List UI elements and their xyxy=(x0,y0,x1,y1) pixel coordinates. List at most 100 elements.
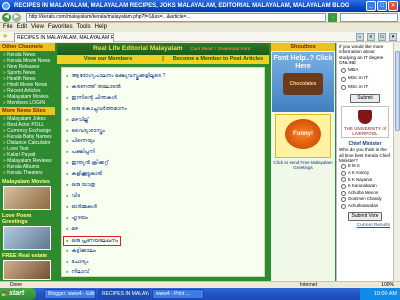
start-label: start xyxy=(9,290,25,297)
article-link[interactable]: വൈദ്യശാസ്ത്രം xyxy=(66,126,260,137)
greetings-caption[interactable]: Click to send Free Malayalam Greetings xyxy=(273,160,333,170)
become-member-link[interactable]: Become a Member to Post Articles xyxy=(167,55,269,64)
font-help-banner[interactable]: Font Help..? Click Here Chocolates xyxy=(272,52,334,112)
url-input[interactable]: http://kerals.com/malayalam/kerala/malay… xyxy=(26,13,326,22)
font-help-text: Font Help..? Click Here xyxy=(273,55,333,70)
menu-edit[interactable]: Edit xyxy=(17,23,27,32)
submit-vote-button[interactable]: Submit Vote xyxy=(348,211,382,221)
menu-file[interactable]: File xyxy=(3,23,13,32)
clock[interactable]: 10:00 AM xyxy=(374,291,397,297)
back-button[interactable]: ◀ xyxy=(2,13,11,22)
status-bar: Done Internet 100% xyxy=(0,281,400,288)
taskbar: start Blogger: www4 - Edit ... RECIPES I… xyxy=(0,288,400,300)
system-tray: 10:00 AM xyxy=(360,288,400,300)
other-channels-heading: Other Channels xyxy=(0,43,55,51)
page-menu-icon[interactable]: ▾ xyxy=(389,33,397,41)
article-link[interactable]: കരണത്ത് തലോടൽ xyxy=(66,82,260,93)
chocolates-ad[interactable]: Chocolates xyxy=(283,73,323,95)
university-name: THE UNIVERSITY of LIVERPOOL xyxy=(343,126,387,137)
poll-radio[interactable] xyxy=(341,164,346,170)
candidate-label: K Karunakaran xyxy=(348,183,377,189)
article-link[interactable]: ഹൃദയം xyxy=(66,213,260,224)
article-link[interactable]: ഒരു യാത്ര xyxy=(66,180,260,191)
article-link[interactable]: ഒരു കൊച്ചുവർത്തമാനം xyxy=(66,104,260,115)
article-link[interactable]: വിട xyxy=(66,191,260,202)
poll-radio[interactable] xyxy=(341,197,346,203)
poll-radio[interactable] xyxy=(341,190,346,196)
radio-msc-it-1[interactable] xyxy=(341,76,346,82)
option-label: MSc in IT xyxy=(348,84,369,90)
browser-tab[interactable]: RECIPES IN MALAYALAM, MALAYALAM RECIPES,… xyxy=(14,33,114,42)
article-link[interactable]: മഴ xyxy=(66,224,260,235)
article-link[interactable]: നിലാവ് xyxy=(66,267,260,278)
greeting-thumbnail[interactable] xyxy=(3,226,51,250)
real-estate-thumbnail[interactable] xyxy=(3,260,51,280)
article-link[interactable]: മഴവില്ല് xyxy=(66,115,260,126)
poll-radio[interactable] xyxy=(341,203,346,209)
view-members-link[interactable]: View our Members xyxy=(57,55,159,64)
menu-favorites[interactable]: Favorites xyxy=(48,23,73,32)
article-link[interactable]: പക്ഷിപ്പനി xyxy=(66,147,260,158)
home-icon[interactable]: ⌂ xyxy=(356,33,364,41)
download-font-link[interactable]: Cant Read ? Download Font xyxy=(190,46,250,51)
tab-bar: ★ RECIPES IN MALAYALAM, MALAYALAM RECIPE… xyxy=(0,32,400,42)
search-input[interactable] xyxy=(340,13,398,22)
candidate-label: E M S xyxy=(348,163,360,169)
university-logo[interactable]: THE UNIVERSITY of LIVERPOOL xyxy=(341,106,389,139)
poll-radio[interactable] xyxy=(341,170,346,176)
candidate-label: Achutha Menon xyxy=(348,189,379,195)
article-link[interactable]: കളിക്കൂട്ടുകാരി xyxy=(66,169,260,180)
candidate-label: Oommen Chandy xyxy=(348,196,382,202)
movie-thumbnail[interactable] xyxy=(3,186,51,210)
start-button[interactable]: start xyxy=(0,288,36,300)
poll-radio[interactable] xyxy=(341,177,346,183)
funny-greeting-image[interactable]: Funny! xyxy=(285,119,321,149)
maximize-button[interactable]: □ xyxy=(377,1,387,11)
article-link[interactable]: ആരോഗ്യപാലനം ഭക്ഷ്യവസ്തുക്കളിലൂടെ ? xyxy=(66,71,260,82)
greetings-box[interactable]: Funny! xyxy=(275,114,331,158)
minimize-button[interactable]: _ xyxy=(366,1,376,11)
news-site-link[interactable]: Kerala Theaters xyxy=(3,170,52,176)
degree-intro-text: If you would like more information about… xyxy=(339,44,384,66)
channel-link[interactable]: Members LOGIN xyxy=(3,100,52,106)
candidate-label: Achuthanandan xyxy=(348,202,379,208)
current-results-link[interactable]: Current Results xyxy=(337,223,393,228)
radio-mba[interactable] xyxy=(341,68,346,74)
more-news-heading: More News Sites xyxy=(0,107,55,115)
taskbar-item[interactable]: www4 - Print ... xyxy=(152,289,204,299)
article-link[interactable]: ഓർമ്മകൾ xyxy=(66,202,260,213)
article-column: Real Life Editorial Malayalam Cant Read … xyxy=(57,43,269,281)
menu-view[interactable]: View xyxy=(31,23,44,32)
menu-help[interactable]: Help xyxy=(95,23,107,32)
taskbar-item[interactable]: Blogger: www4 - Edit ... xyxy=(44,289,96,299)
forward-button[interactable]: ▶ xyxy=(12,13,21,22)
promo-column: Shoutbox Font Help..? Click Here Chocola… xyxy=(271,43,335,281)
vertical-scrollbar[interactable] xyxy=(393,43,400,281)
print-icon[interactable]: ▭ xyxy=(378,33,386,41)
favorites-star-icon[interactable]: ★ xyxy=(2,33,8,41)
article-link[interactable]: ഇന്നിന്റെ ചിന്തകൾ xyxy=(66,93,260,104)
taskbar-item-active[interactable]: RECIPES IN MALAYAL... xyxy=(98,289,150,299)
shoutbox-heading[interactable]: Shoutbox xyxy=(271,43,335,51)
feeds-icon[interactable]: ≡ xyxy=(367,33,375,41)
ie-icon xyxy=(2,2,10,10)
article-link[interactable]: പിന്നെയും xyxy=(66,136,260,147)
article-link-highlighted[interactable]: ഒരു പ്രണയലേഖനം xyxy=(63,235,121,246)
poll-radio[interactable] xyxy=(341,183,346,189)
window-title-bar[interactable]: RECIPES IN MALAYALAM, MALAYALAM RECIPES,… xyxy=(0,0,400,12)
windows-logo-icon xyxy=(2,291,7,296)
address-bar: ◀ ▶ http://kerals.com/malayalam/kerala/m… xyxy=(0,12,400,23)
close-button[interactable]: × xyxy=(388,1,398,11)
article-link[interactable]: കുട്ടിക്കാലം xyxy=(66,246,260,257)
article-link[interactable]: ഇന്ത്യൻ ക്രിക്കറ്റ് xyxy=(66,158,260,169)
article-link[interactable]: ചോദ്യം xyxy=(66,257,260,268)
scrollbar-thumb[interactable] xyxy=(395,51,400,131)
go-button[interactable]: → xyxy=(328,13,337,22)
member-nav: View our Members | Become a Member to Po… xyxy=(57,55,269,64)
submit-button[interactable]: Submit xyxy=(350,94,380,104)
radio-msc-it-2[interactable] xyxy=(341,85,346,91)
page-content: Other Channels Kerala News Kerala Movie … xyxy=(0,43,393,281)
site-banner: Real Life Editorial Malayalam Cant Read … xyxy=(57,43,269,55)
menu-tools[interactable]: Tools xyxy=(77,23,91,32)
love-poem-heading: Love Poem Greetings xyxy=(2,213,32,225)
